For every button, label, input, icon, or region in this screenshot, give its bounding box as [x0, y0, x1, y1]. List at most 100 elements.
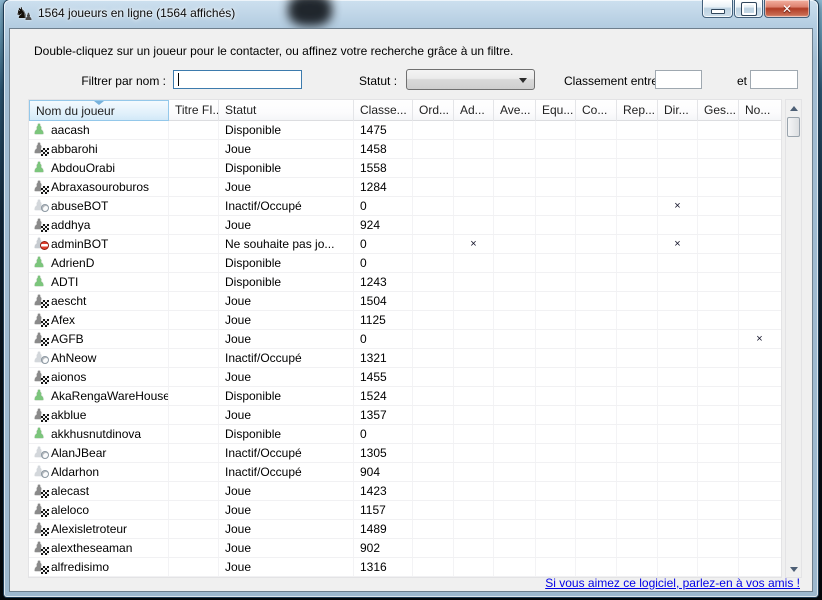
player-ges-mark-cell [698, 539, 739, 557]
player-dir-mark-cell [658, 558, 698, 576]
table-row[interactable]: ♟alextheseamanJoue902 [29, 539, 781, 558]
column-header-equ[interactable]: Equ... [536, 100, 576, 121]
player-ad-mark-cell [454, 482, 494, 500]
column-header-no[interactable]: No... [739, 100, 780, 121]
column-header-ad[interactable]: Ad... [454, 100, 494, 121]
player-title-cell [169, 463, 219, 481]
player-rep-mark-cell [617, 292, 658, 310]
players-table: Nom du joueurTitre FI...StatutClasse...O… [28, 99, 802, 578]
table-row[interactable]: ♟AkaRengaWareHouseDisponible1524 [29, 387, 781, 406]
column-header-co[interactable]: Co... [576, 100, 617, 121]
player-ave-mark-cell [494, 197, 536, 215]
share-software-link[interactable]: Si vous aimez ce logiciel, parlez-en à v… [545, 576, 800, 590]
filter-name-input[interactable] [173, 70, 302, 89]
player-rating-cell: 1316 [354, 558, 413, 576]
table-row[interactable]: ♟alfredisimoJoue1316 [29, 558, 781, 577]
window-controls: ✕ [702, 0, 810, 18]
player-name: aacash [51, 123, 90, 137]
pawn-playing-icon: ♟ [32, 311, 46, 328]
table-row[interactable]: ♟AlanJBearInactif/Occupé1305 [29, 444, 781, 463]
player-title-cell [169, 558, 219, 576]
column-header-ges[interactable]: Ges... [698, 100, 739, 121]
player-status-cell: Disponible [219, 387, 354, 405]
player-ave-mark-cell [494, 311, 536, 329]
close-button[interactable]: ✕ [764, 0, 810, 18]
titlebar[interactable]: ♞♟ 1564 joueurs en ligne (1564 affichés)… [4, 0, 818, 28]
player-rating-cell: 0 [354, 254, 413, 272]
player-ges-mark-cell [698, 368, 739, 386]
player-rep-mark-cell [617, 368, 658, 386]
player-ave-mark-cell [494, 121, 536, 139]
rating-min-input[interactable] [655, 70, 702, 89]
table-row[interactable]: ♟alecastJoue1423 [29, 482, 781, 501]
status-select[interactable] [406, 69, 535, 90]
chess-pieces-app-icon: ♞♟ [15, 5, 33, 23]
table-row[interactable]: ♟AbraxasouroburosJoue1284 [29, 178, 781, 197]
player-ad-mark-cell [454, 444, 494, 462]
rating-max-input[interactable] [750, 70, 798, 89]
player-rep-mark-cell [617, 273, 658, 291]
table-row[interactable]: ♟abbarohiJoue1458 [29, 140, 781, 159]
table-row[interactable]: ♟AldarhonInactif/Occupé904 [29, 463, 781, 482]
player-title-cell [169, 482, 219, 500]
player-name: adminBOT [51, 237, 108, 251]
player-ave-mark-cell [494, 292, 536, 310]
column-header-name[interactable]: Nom du joueur [29, 100, 169, 121]
player-ave-mark-cell [494, 216, 536, 234]
player-ave-mark-cell [494, 235, 536, 253]
player-ord-mark-cell [413, 368, 454, 386]
player-no-mark-cell [739, 197, 780, 215]
player-co-mark-cell [576, 520, 617, 538]
table-row[interactable]: ♟AlexisletroteurJoue1489 [29, 520, 781, 539]
player-name: AlanJBear [51, 446, 106, 460]
player-co-mark-cell [576, 311, 617, 329]
player-rep-mark-cell [617, 254, 658, 272]
table-row[interactable]: ♟akblueJoue1357 [29, 406, 781, 425]
pawn-playing-icon: ♟ [32, 482, 46, 499]
scrollbar-thumb[interactable] [787, 117, 800, 137]
column-header-titre[interactable]: Titre FI... [169, 100, 219, 121]
column-header-ave[interactable]: Ave... [494, 100, 536, 121]
column-header-rep[interactable]: Rep... [617, 100, 658, 121]
player-ad-mark-cell [454, 368, 494, 386]
minimize-button[interactable] [702, 0, 733, 18]
table-row[interactable]: ♟aeschtJoue1504 [29, 292, 781, 311]
player-no-mark-cell [739, 235, 780, 253]
player-dir-mark-cell: × [658, 197, 698, 215]
player-dir-mark-cell [658, 349, 698, 367]
column-header-dir[interactable]: Dir... [658, 100, 698, 121]
table-row[interactable]: ♟abuseBOTInactif/Occupé0× [29, 197, 781, 216]
player-title-cell [169, 501, 219, 519]
table-row[interactable]: ♟AGFBJoue0× [29, 330, 781, 349]
table-row[interactable]: ♟akkhusnutdinovaDisponible0 [29, 425, 781, 444]
vertical-scrollbar[interactable] [785, 99, 802, 578]
player-status-cell: Disponible [219, 159, 354, 177]
pawn-playing-icon: ♟ [32, 520, 46, 537]
table-row[interactable]: ♟AhNeowInactif/Occupé1321 [29, 349, 781, 368]
table-row[interactable]: ♟AfexJoue1125 [29, 311, 781, 330]
column-header-ord[interactable]: Ord... [413, 100, 454, 121]
client-area: Double-cliquez sur un joueur pour le con… [9, 28, 813, 592]
maximize-button[interactable] [734, 0, 763, 18]
scroll-up-button[interactable] [786, 100, 801, 116]
table-row[interactable]: ♟alelocoJoue1157 [29, 501, 781, 520]
player-no-mark-cell [739, 444, 780, 462]
column-header-classe[interactable]: Classe... [354, 100, 413, 121]
column-header-statut[interactable]: Statut [219, 100, 354, 121]
table-row[interactable]: ♟AdrienDDisponible0 [29, 254, 781, 273]
player-ges-mark-cell [698, 140, 739, 158]
scroll-down-button[interactable] [786, 561, 801, 577]
sort-arrow-icon [94, 101, 104, 105]
table-row[interactable]: ♟addhyaJoue924 [29, 216, 781, 235]
pawn-available-icon: ♟ [32, 387, 46, 404]
player-co-mark-cell [576, 501, 617, 519]
table-row[interactable]: ♟ADTIDisponible1243 [29, 273, 781, 292]
player-equ-mark-cell [536, 539, 576, 557]
player-title-cell [169, 216, 219, 234]
player-name: AbdouOrabi [51, 161, 115, 175]
table-row[interactable]: ♟aacashDisponible1475 [29, 121, 781, 140]
table-row[interactable]: ♟adminBOTNe souhaite pas jo...0×× [29, 235, 781, 254]
pawn-available-icon: ♟ [32, 273, 46, 290]
table-row[interactable]: ♟aionosJoue1455 [29, 368, 781, 387]
table-row[interactable]: ♟AbdouOrabiDisponible1558 [29, 159, 781, 178]
